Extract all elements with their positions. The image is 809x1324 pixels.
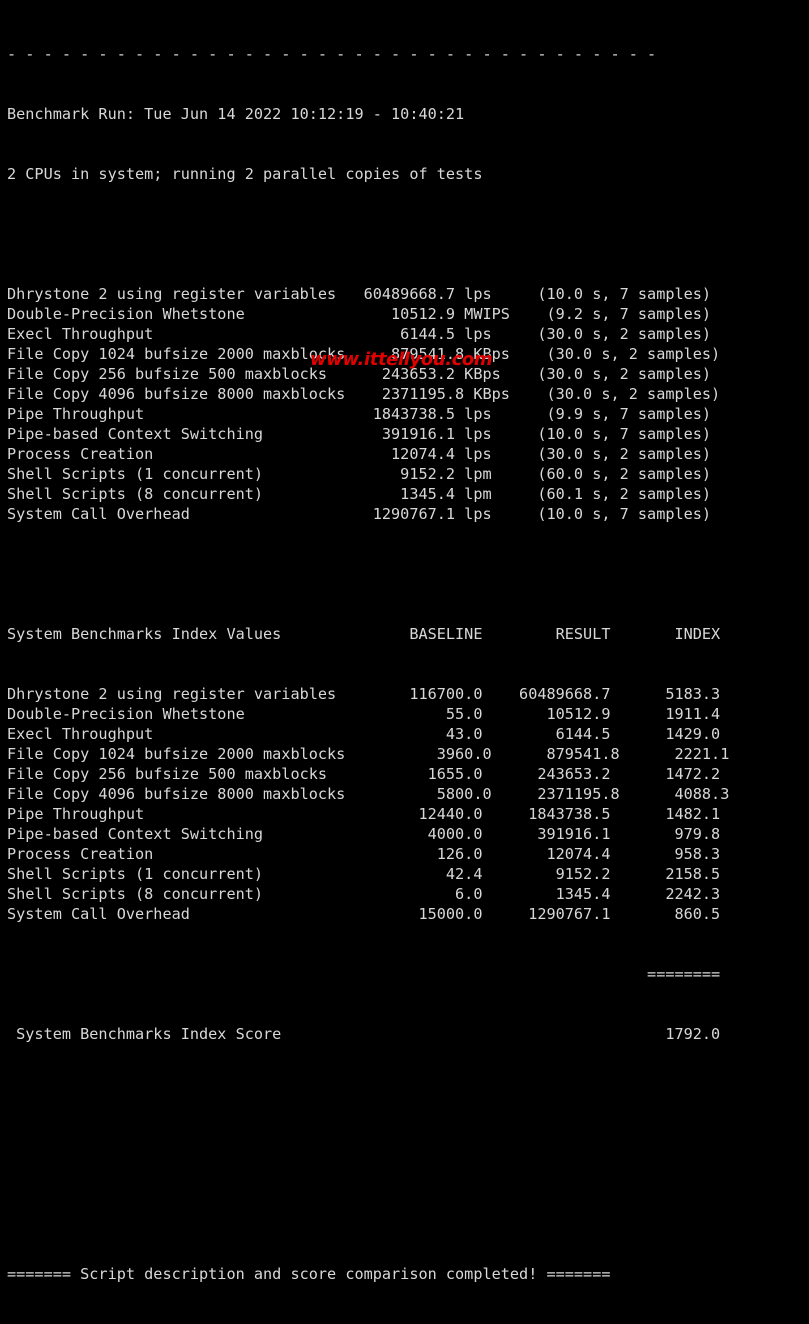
terminal-output: - - - - - - - - - - - - - - - - - - - - …	[7, 4, 729, 1324]
raw-result-row: Pipe Throughput 1843738.5 lps (9.9 s, 7 …	[7, 405, 712, 423]
index-table-header: System Benchmarks Index Values BASELINE …	[7, 625, 721, 643]
terminal-window: - - - - - - - - - - - - - - - - - - - - …	[0, 0, 809, 1283]
cpu-info-line: 2 CPUs in system; running 2 parallel cop…	[7, 165, 483, 183]
index-score-line: System Benchmarks Index Score 1792.0	[7, 1025, 721, 1043]
index-table-row: Shell Scripts (1 concurrent) 42.4 9152.2…	[7, 865, 721, 883]
index-table-row: Pipe-based Context Switching 4000.0 3919…	[7, 825, 721, 843]
index-rows-block: Dhrystone 2 using register variables 116…	[7, 684, 729, 924]
raw-result-row: Shell Scripts (1 concurrent) 9152.2 lpm …	[7, 465, 712, 483]
index-table-row: Pipe Throughput 12440.0 1843738.5 1482.1	[7, 805, 721, 823]
index-table-row: System Call Overhead 15000.0 1290767.1 8…	[7, 905, 721, 923]
raw-result-row: Dhrystone 2 using register variables 604…	[7, 285, 712, 303]
index-table-row: Process Creation 126.0 12074.4 958.3	[7, 845, 721, 863]
score-rule-line: ========	[7, 965, 721, 983]
raw-result-row: Shell Scripts (8 concurrent) 1345.4 lpm …	[7, 485, 712, 503]
index-table-row: Shell Scripts (8 concurrent) 6.0 1345.4 …	[7, 885, 721, 903]
raw-result-row: Process Creation 12074.4 lps (30.0 s, 2 …	[7, 445, 712, 463]
index-table-row: Dhrystone 2 using register variables 116…	[7, 685, 721, 703]
raw-result-row: System Call Overhead 1290767.1 lps (10.0…	[7, 505, 712, 523]
raw-result-row: Double-Precision Whetstone 10512.9 MWIPS…	[7, 305, 712, 323]
index-table-row: File Copy 4096 bufsize 8000 maxblocks 58…	[7, 785, 730, 803]
footer-completed-line: ======= Script description and score com…	[7, 1265, 611, 1283]
index-table-row: File Copy 1024 bufsize 2000 maxblocks 39…	[7, 745, 730, 763]
benchmark-run-line: Benchmark Run: Tue Jun 14 2022 10:12:19 …	[7, 105, 465, 123]
raw-result-row: File Copy 4096 bufsize 8000 maxblocks 23…	[7, 385, 721, 403]
separator-line-top: - - - - - - - - - - - - - - - - - - - - …	[7, 45, 657, 63]
raw-result-row: File Copy 256 bufsize 500 maxblocks 2436…	[7, 365, 712, 383]
raw-result-row: Pipe-based Context Switching 391916.1 lp…	[7, 425, 712, 443]
index-table-row: Execl Throughput 43.0 6144.5 1429.0	[7, 725, 721, 743]
index-table-row: Double-Precision Whetstone 55.0 10512.9 …	[7, 705, 721, 723]
raw-result-row: Execl Throughput 6144.5 lps (30.0 s, 2 s…	[7, 325, 712, 343]
raw-result-row: File Copy 1024 bufsize 2000 maxblocks 87…	[7, 345, 721, 363]
raw-results-block: Dhrystone 2 using register variables 604…	[7, 284, 729, 524]
index-table-row: File Copy 256 bufsize 500 maxblocks 1655…	[7, 765, 721, 783]
